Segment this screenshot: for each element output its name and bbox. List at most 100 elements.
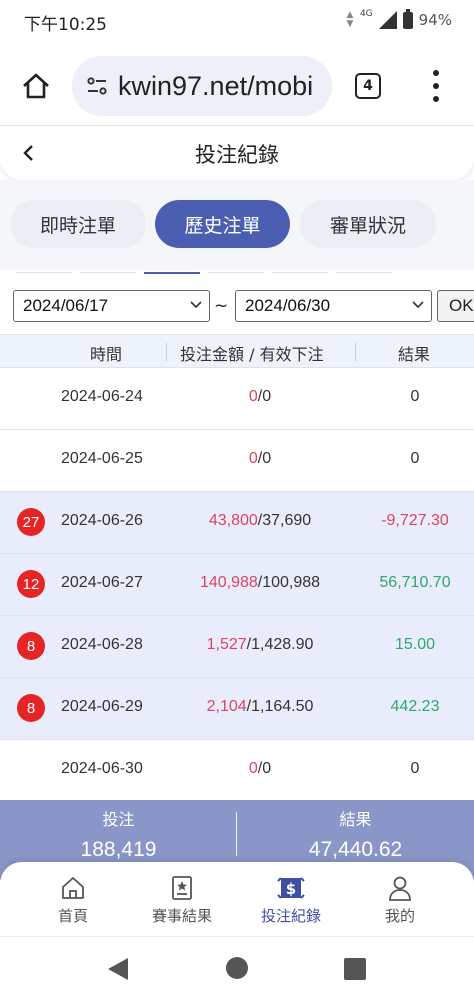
table-row[interactable]: 2024-06-30 0/0 0 (0, 740, 474, 802)
tab-switcher-button[interactable]: 4 (355, 73, 381, 99)
chevron-down-icon (190, 301, 202, 309)
row-amount: 2,104/1,164.50 (160, 698, 360, 716)
summary-result-value: 47,440.62 (308, 838, 403, 861)
row-amount: 1,527/1,428.90 (160, 636, 360, 654)
page-title: 投注紀錄 (195, 143, 279, 167)
system-recents-icon[interactable] (344, 958, 366, 980)
row-result: 0 (410, 450, 420, 467)
row-date: 2024-06-27 (61, 574, 143, 591)
row-valid-amount: /1,428.90 (246, 636, 314, 653)
date-shortcut-strip (0, 270, 474, 286)
header-divider (355, 343, 356, 361)
ok-button[interactable]: OK (437, 290, 474, 322)
row-date: 2024-06-28 (61, 636, 143, 653)
status-time: 下午10:25 (24, 15, 107, 35)
nav-home[interactable]: 首頁 (14, 874, 132, 926)
row-date: 2024-06-29 (61, 698, 143, 715)
bottom-nav: 首頁 賽事結果 $ 投注紀錄 我的 (0, 862, 474, 936)
summary-bet-label: 投注 (102, 810, 135, 829)
row-bet-amount: 2,104 (206, 698, 247, 715)
nav-bet-record-label: 投注紀錄 (260, 907, 321, 925)
tab-review-status[interactable]: 審單狀況 (300, 200, 436, 248)
bet-type-tabs: 即時注單 歷史注單 審單狀況 (0, 180, 474, 270)
page-header: 投注紀錄 (0, 126, 474, 180)
start-date-value: 2024/06/17 (23, 296, 109, 315)
tab-history-bets[interactable]: 歷史注單 (155, 200, 290, 248)
bet-count-badge: 12 (17, 570, 45, 598)
row-result: 15.00 (394, 636, 436, 653)
start-date-select[interactable]: 2024/06/17 (13, 290, 210, 322)
summary-result-label: 結果 (339, 810, 372, 829)
browser-menu-button[interactable] (424, 70, 448, 102)
row-bet-amount: 140,988 (199, 574, 258, 591)
row-amount: 140,988/100,988 (160, 574, 360, 592)
table-row[interactable]: 2024-06-24 0/0 0 (0, 368, 474, 430)
table-row[interactable]: 12 2024-06-27 140,988/100,988 56,710.70 (0, 554, 474, 616)
svg-text:$: $ (286, 880, 296, 898)
row-bet-amount: 0 (248, 450, 258, 467)
results-icon (172, 876, 192, 900)
home-icon (23, 73, 49, 99)
row-result: 442.23 (390, 698, 440, 715)
header-divider (166, 343, 167, 361)
end-date-value: 2024/06/30 (245, 296, 331, 315)
table-row[interactable]: 8 2024-06-29 2,104/1,164.50 442.23 (0, 678, 474, 740)
summary-bet-value: 188,419 (80, 838, 157, 861)
home-icon (62, 877, 84, 899)
status-indicators: ▲ ▼ 4G 94% (346, 8, 452, 29)
table-row[interactable]: 27 2024-06-26 43,800/37,690 -9,727.30 (0, 492, 474, 554)
row-valid-amount: /0 (257, 388, 272, 405)
bet-record-icon: $ (277, 877, 305, 899)
table-row[interactable]: 2024-06-25 0/0 0 (0, 430, 474, 492)
data-activity-icon: ▲ ▼ (346, 10, 354, 29)
row-valid-amount: /1,164.50 (246, 698, 314, 715)
row-date: 2024-06-26 (61, 512, 143, 529)
nav-profile-label: 我的 (384, 907, 415, 925)
row-amount: 43,800/37,690 (160, 512, 360, 530)
row-result: 0 (410, 760, 420, 777)
row-date: 2024-06-25 (61, 450, 143, 467)
row-valid-amount: /0 (257, 760, 272, 777)
row-valid-amount: /0 (257, 450, 272, 467)
battery-icon (402, 8, 413, 29)
site-settings-icon[interactable] (82, 71, 112, 101)
row-result: 56,710.70 (379, 574, 451, 591)
nav-bet-record[interactable]: $ 投注紀錄 (232, 874, 350, 926)
summary-result: 結果 47,440.62 (237, 806, 474, 862)
row-bet-amount: 0 (248, 388, 258, 405)
row-result: 0 (410, 388, 420, 405)
nav-results[interactable]: 賽事結果 (123, 874, 241, 926)
battery-percent: 94% (418, 11, 452, 29)
header-amount: 投注金額 / 有效下注 (180, 345, 324, 364)
date-separator: ~ (214, 296, 229, 316)
bet-count-badge: 8 (17, 694, 45, 722)
status-bar: 下午10:25 ▲ ▼ 4G 94% (0, 0, 474, 44)
signal-icon (378, 11, 397, 29)
tab-live-bets[interactable]: 即時注單 (10, 200, 146, 248)
summary-bet: 投注 188,419 (0, 806, 237, 862)
bet-record-list: 2024-06-24 0/0 0 2024-06-25 0/0 0 27 2024-06-26… (0, 368, 474, 802)
nav-profile[interactable]: 我的 (341, 874, 459, 926)
row-amount: 0/0 (160, 450, 360, 468)
row-bet-amount: 43,800 (208, 512, 258, 529)
profile-icon (389, 876, 411, 901)
bet-count-badge: 27 (17, 508, 45, 536)
table-row[interactable]: 8 2024-06-28 1,527/1,428.90 15.00 (0, 616, 474, 678)
end-date-select[interactable]: 2024/06/30 (235, 290, 432, 322)
row-amount: 0/0 (160, 760, 360, 778)
address-bar[interactable]: kwin97.net/mobi (72, 56, 332, 116)
table-header: 時間 投注金額 / 有效下注 結果 (0, 334, 474, 368)
browser-toolbar: kwin97.net/mobi 4 (0, 44, 474, 126)
system-home-icon[interactable] (226, 957, 248, 979)
chevron-down-icon (412, 301, 424, 309)
system-nav-bar (0, 936, 474, 1000)
nav-home-label: 首頁 (57, 907, 88, 925)
system-back-icon[interactable] (106, 957, 130, 981)
browser-home-button[interactable] (16, 66, 56, 106)
nav-results-label: 賽事結果 (151, 907, 212, 925)
row-bet-amount: 0 (248, 760, 258, 777)
bet-count-badge: 8 (17, 632, 45, 660)
header-time: 時間 (90, 345, 123, 364)
network-type: 4G (359, 9, 373, 19)
row-result: -9,727.30 (381, 512, 449, 529)
